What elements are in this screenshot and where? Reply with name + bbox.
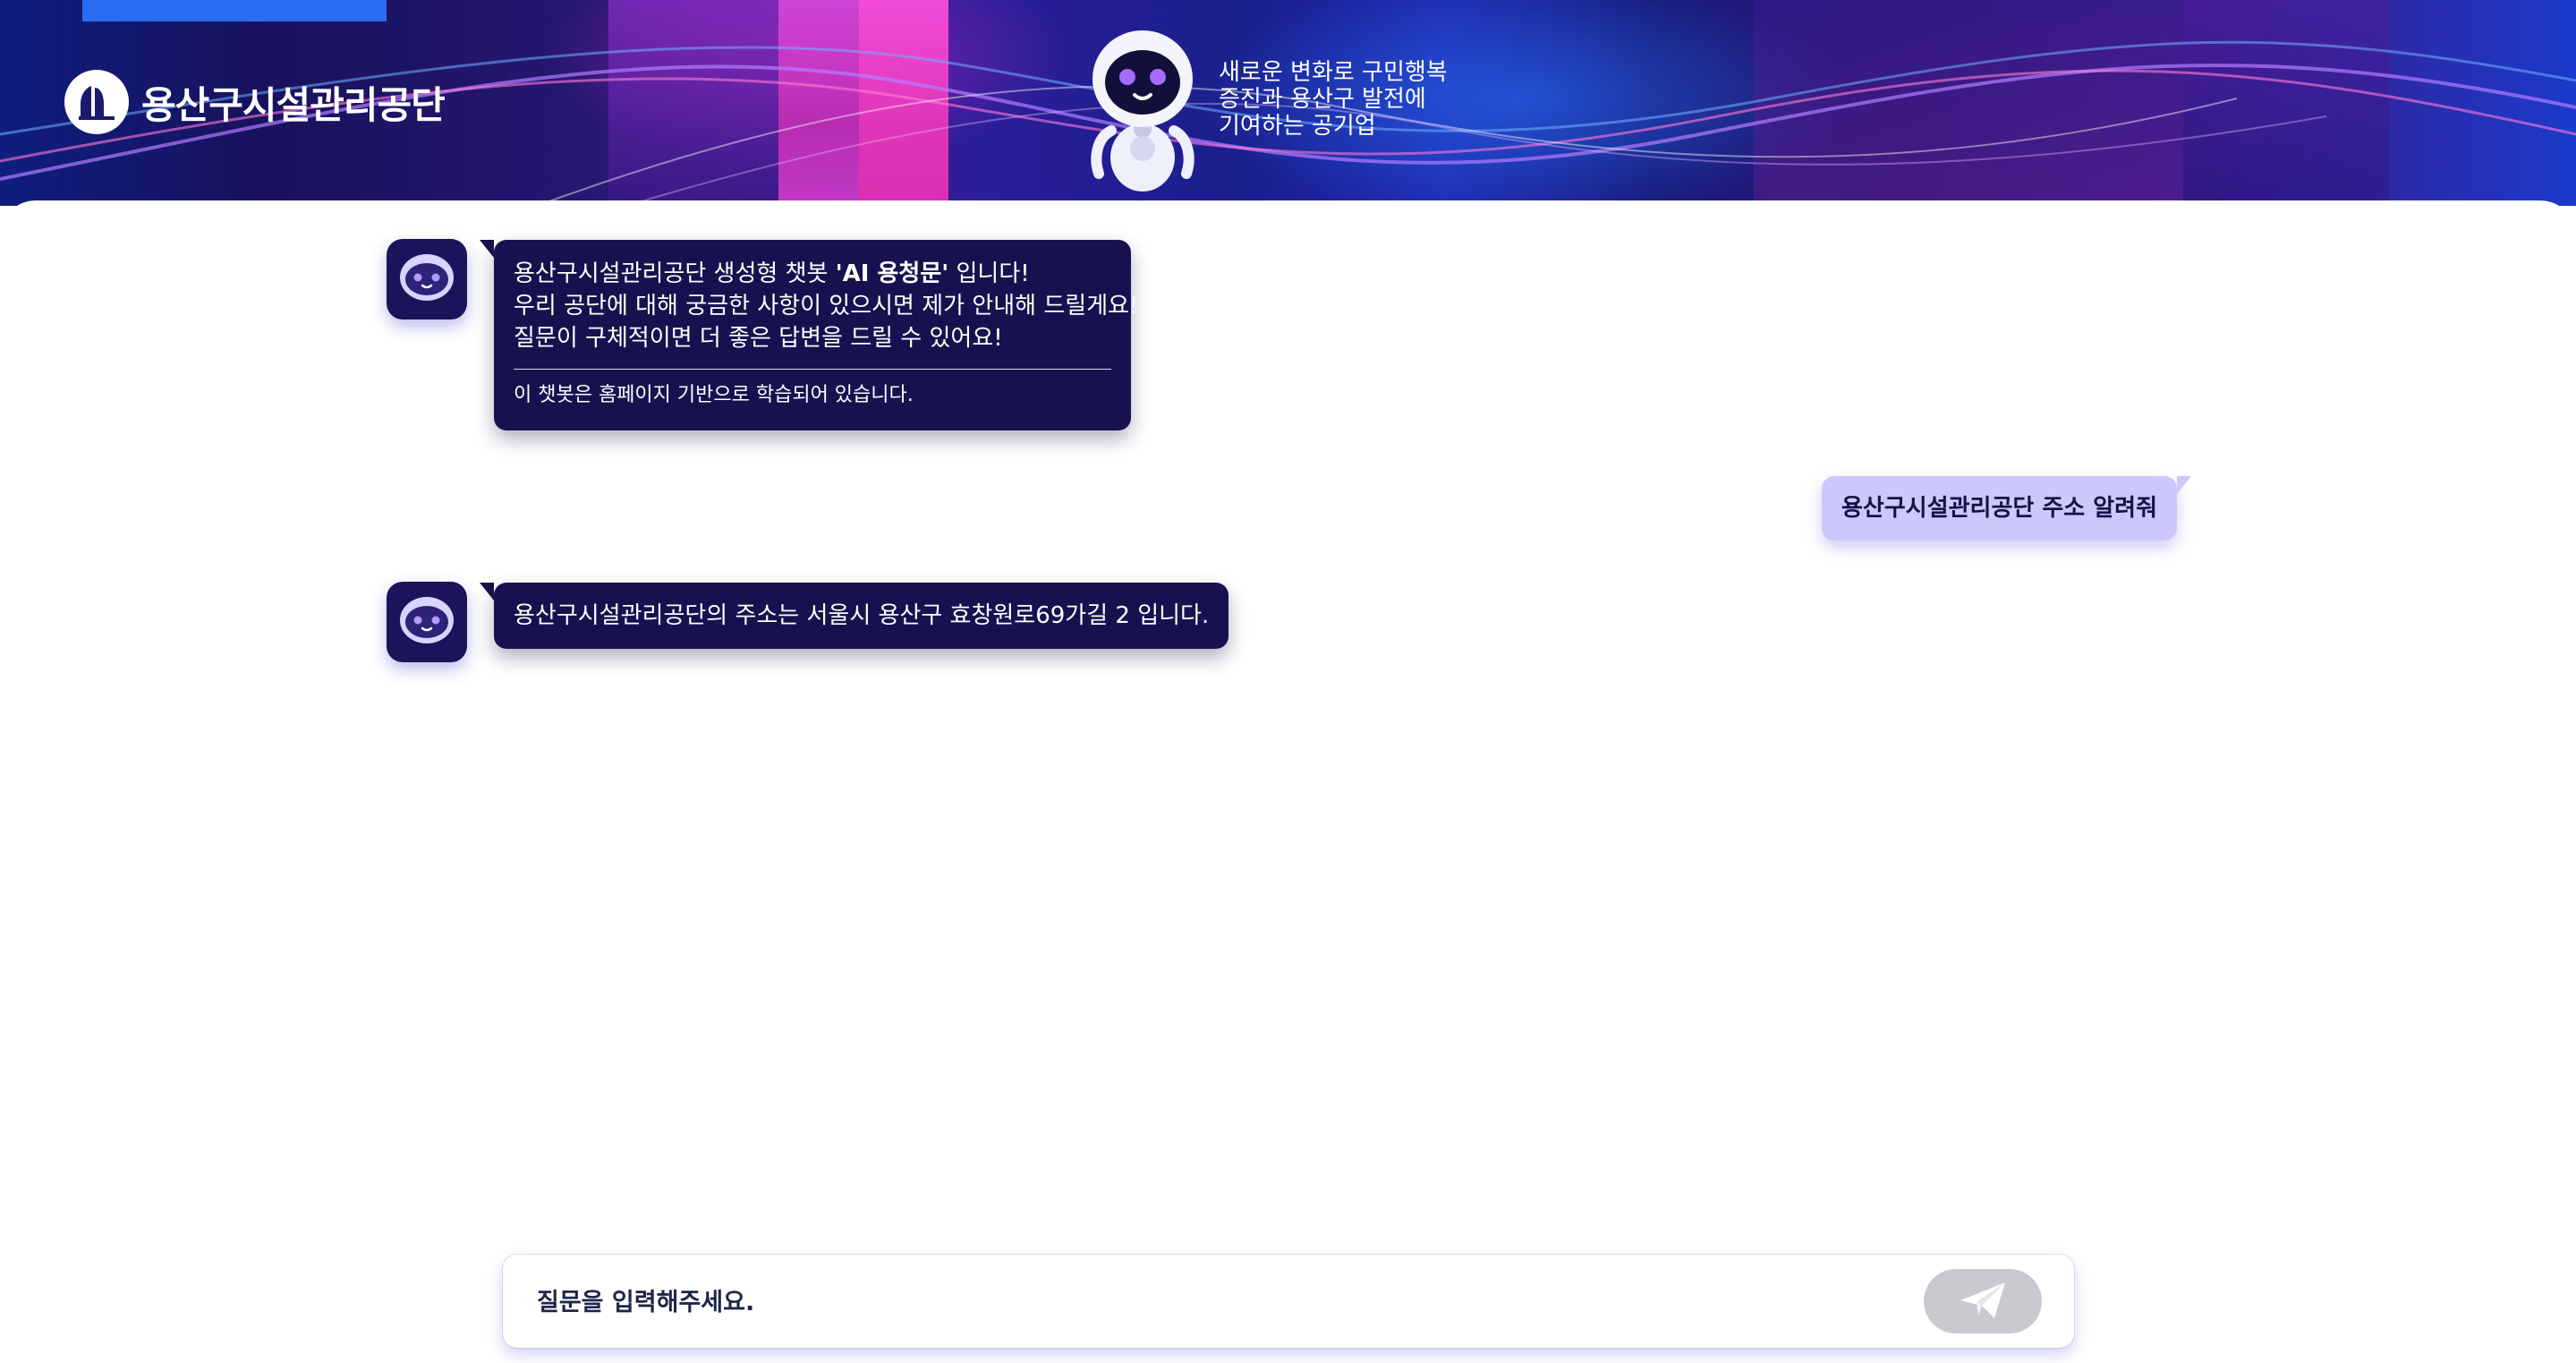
yongsan-logo-icon (64, 70, 129, 134)
chatbot-avatar (387, 582, 467, 662)
slogan-line: 기여하는 공기업 (1219, 113, 1376, 140)
chat-panel (0, 206, 2576, 1363)
header-slogan: 새로운 변화로 구민행복 증진과 용산구 발전에 기여하는 공기업 (1219, 59, 1448, 140)
bot-message-line: 용산구시설관리공단 생성형 챗봇 'AI 용청문' 입니다! (514, 258, 1111, 290)
chatbot-face-icon (397, 594, 456, 650)
bot-message-bubble: 용산구시설관리공단 생성형 챗봇 'AI 용청문' 입니다! 우리 공단에 대해… (480, 240, 1139, 430)
site-logo[interactable]: 용산구시설관리공단 (64, 70, 446, 134)
user-message-bubble: 용산구시설관리공단 주소 알려줘 (1822, 476, 2191, 541)
bot-message-bubble: 용산구시설관리공단의 주소는 서울시 용산구 효창원로69가길 2 입니다. (479, 583, 1229, 649)
header-banner: 용산구시설관리공단 새로운 변화로 구민행복 증진과 용산구 발전에 기여하는 … (0, 0, 2576, 206)
chatbot-face-icon (397, 251, 456, 307)
robot-mascot-icon (1084, 23, 1201, 197)
chat-input-bar (503, 1255, 2074, 1348)
send-button[interactable] (1924, 1269, 2042, 1333)
chatbot-name: 'AI 용청문' (835, 260, 949, 287)
bubble-divider (514, 369, 1111, 370)
bot-message-line: 우리 공단에 대해 궁금한 사항이 있으시면 제가 안내해 드릴게요! (514, 293, 1139, 319)
chatbot-avatar (387, 239, 467, 319)
question-input[interactable] (535, 1274, 1881, 1330)
bot-message-line: 용산구시설관리공단의 주소는 서울시 용산구 효창원로69가길 2 입니다. (514, 602, 1210, 629)
logo-text: 용산구시설관리공단 (141, 82, 446, 127)
message-text: 용산구시설관리공단 생성형 챗봇 (514, 260, 836, 287)
bot-message-note: 이 챗봇은 홈페이지 기반으로 학습되어 있습니다. (514, 384, 914, 406)
paper-plane-icon (1959, 1281, 2007, 1323)
slogan-line: 새로운 변화로 구민행복 (1219, 59, 1448, 86)
slogan-line: 증진과 용산구 발전에 (1219, 86, 1426, 113)
bot-message-line: 질문이 구체적이면 더 좋은 답변을 드릴 수 있어요! (514, 325, 1003, 352)
message-text: 입니다! (948, 260, 1030, 287)
